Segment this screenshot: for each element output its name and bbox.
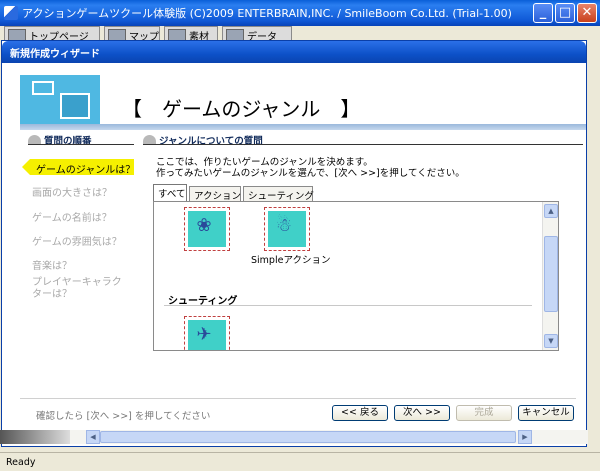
scroll-thumb[interactable] [544,236,558,312]
right-gutter [588,44,600,452]
genre-item-shooting-icon[interactable]: ✈ [184,316,230,350]
back-button[interactable]: << 戻る [332,405,388,421]
next-button[interactable]: 次へ >> [394,405,450,421]
genre-item-simple-action-icon[interactable]: ☃ [264,207,310,251]
app-icon [4,6,18,20]
minimize-button[interactable]: _ [533,3,553,23]
step-game-name[interactable]: ゲームの名前は？ [32,209,112,224]
step-atmosphere[interactable]: ゲームの雰囲気は？ [32,233,122,248]
question-divider [143,144,583,145]
spaceship-icon: ✈ [196,324,212,345]
status-bar: Ready [0,452,600,471]
main-hscrollbar[interactable]: ◀ ▶ [0,430,588,444]
wizard-header-image [20,75,100,127]
header-divider [20,124,586,130]
scroll-left-button[interactable]: ◀ [86,430,100,444]
app-titlebar: アクションゲームツクール体験版 (C)2009 ENTERBRAIN,INC. … [0,0,600,26]
description-line-2: 作ってみたいゲームのジャンルを選んで、[次へ >>]を押してください。 [156,168,465,179]
tab-all[interactable]: すべて [153,184,187,201]
hscroll-thumb[interactable] [100,431,516,443]
wizard-titlebar: 新規作成ウィザード [2,41,586,63]
window-controls: _ □ ✕ [533,3,597,23]
status-text: Ready [6,457,36,468]
cancel-button[interactable]: キャンセル [518,405,574,421]
step-screen-size[interactable]: 画面の大きさは？ [32,184,112,199]
maximize-button[interactable]: □ [555,3,575,23]
wizard-dialog: 新規作成ウィザード 【 ゲームのジャンル 】 質問の順番 ジャンルについての質問… [1,40,587,447]
genre-item-action-icon[interactable]: ❀ [184,207,230,251]
page-title: 【 ゲームのジャンル 】 [122,97,361,121]
steps-divider [28,144,134,145]
hscroll-track-shade [0,430,70,444]
genre-item-simple-action-label: Simpleアクション [251,255,331,266]
group-divider [164,305,532,306]
close-button[interactable]: ✕ [577,3,597,23]
fish-creatures-icon: ❀ [196,215,212,236]
scroll-right-button[interactable]: ▶ [518,430,532,444]
app-title: アクションゲームツクール体験版 (C)2009 ENTERBRAIN,INC. … [22,7,512,20]
footer-hint: 確認したら [次へ >>] を押してください [36,411,211,422]
tab-action[interactable]: アクション [189,186,241,202]
footer-divider [20,398,576,399]
step-player-character-2: ターは？ [32,289,72,300]
character-icon: ☃ [275,215,293,236]
step-genre[interactable]: ゲームのジャンルは？ [36,161,135,176]
step-music[interactable]: 音楽は？ [32,257,72,272]
wizard-title: 新規作成ウィザード [10,48,100,60]
scroll-up-button[interactable]: ▲ [544,204,558,218]
scroll-down-button[interactable]: ▼ [544,334,558,348]
finish-button[interactable]: 完成 [456,405,512,421]
tab-shooting[interactable]: シューティング [243,186,314,202]
genre-list-scrollbar[interactable]: ▲ ▼ [542,202,558,350]
genre-list[interactable]: ❀ ☃ Simpleアクション シューティング ✈ ▲ ▼ [153,201,559,351]
wizard-header: 【 ゲームのジャンル 】 [2,63,586,129]
